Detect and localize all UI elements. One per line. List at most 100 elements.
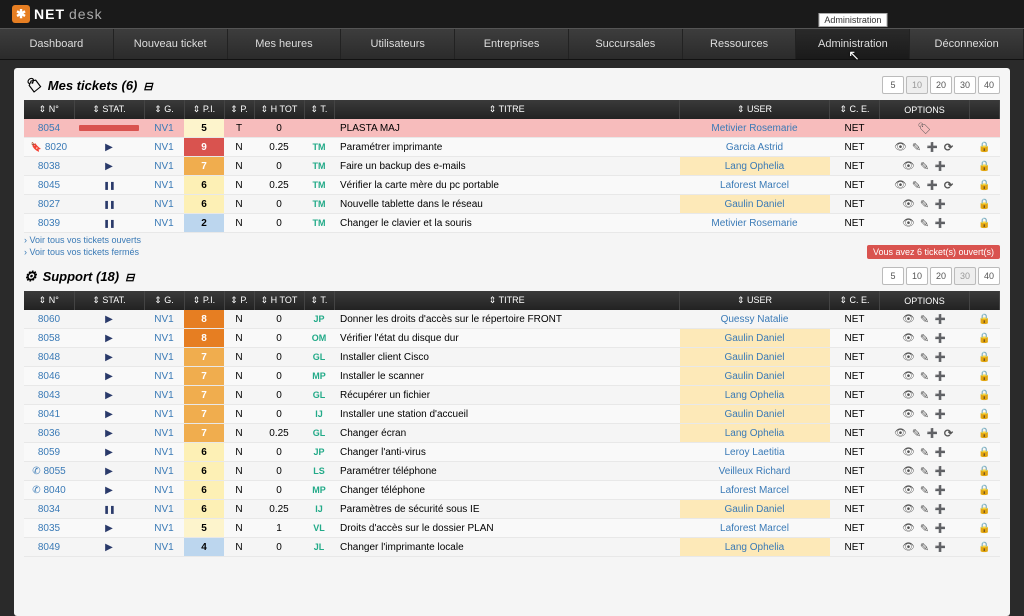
col-header[interactable]: ⇕ G. — [144, 100, 184, 119]
play-icon[interactable] — [105, 352, 113, 363]
lock-icon[interactable] — [978, 388, 992, 402]
plus-icon[interactable] — [926, 426, 940, 440]
plus-icon[interactable] — [934, 407, 948, 421]
eye-icon[interactable] — [902, 350, 916, 364]
user-link[interactable]: Gaulin Daniel — [680, 405, 830, 424]
pager-30[interactable]: 30 — [954, 76, 976, 94]
plus-icon[interactable] — [934, 331, 948, 345]
user-link[interactable]: Leroy Laetitia — [680, 443, 830, 462]
group-link[interactable]: NV1 — [154, 333, 173, 344]
refresh-icon[interactable] — [942, 426, 956, 440]
type-link[interactable]: VL — [313, 523, 325, 533]
pause-icon[interactable] — [103, 504, 114, 515]
eye-icon[interactable] — [902, 407, 916, 421]
collapse-icon[interactable] — [125, 269, 134, 284]
eye-icon[interactable] — [902, 331, 916, 345]
col-header[interactable]: ⇕ USER — [680, 100, 830, 119]
user-link[interactable]: Lang Ophelia — [680, 157, 830, 176]
group-link[interactable]: NV1 — [154, 161, 173, 172]
eye-icon[interactable] — [902, 159, 916, 173]
edit-icon[interactable] — [918, 521, 932, 535]
plus-icon[interactable] — [934, 216, 948, 230]
ticket-number[interactable]: 8049 — [38, 542, 60, 553]
edit-icon[interactable] — [918, 540, 932, 554]
edit-icon[interactable] — [910, 178, 924, 192]
edit-icon[interactable] — [918, 388, 932, 402]
col-header[interactable]: ⇕ USER — [680, 291, 830, 310]
lock-icon[interactable] — [978, 159, 992, 173]
lock-icon[interactable] — [978, 483, 992, 497]
play-icon[interactable] — [105, 523, 113, 534]
play-icon[interactable] — [105, 466, 113, 477]
play-icon[interactable] — [105, 333, 113, 344]
refresh-icon[interactable] — [942, 178, 956, 192]
group-link[interactable]: NV1 — [154, 542, 173, 553]
eye-icon[interactable] — [902, 445, 916, 459]
type-link[interactable]: OM — [312, 333, 327, 343]
user-link[interactable]: Garcia Astrid — [680, 138, 830, 157]
plus-icon[interactable] — [926, 140, 940, 154]
eye-icon[interactable] — [902, 521, 916, 535]
user-link[interactable]: Quessy Natalie — [680, 310, 830, 329]
lock-icon[interactable] — [978, 407, 992, 421]
play-icon[interactable] — [105, 409, 113, 420]
eye-icon[interactable] — [902, 369, 916, 383]
eye-icon[interactable] — [894, 140, 908, 154]
ticket-number[interactable]: 8036 — [38, 428, 60, 439]
col-header[interactable]: ⇕ H TOT — [254, 291, 304, 310]
group-link[interactable]: NV1 — [154, 504, 173, 515]
lock-icon[interactable] — [978, 464, 992, 478]
col-header[interactable]: ⇕ C. E. — [830, 291, 880, 310]
col-header[interactable]: ⇕ P. — [224, 100, 254, 119]
plus-icon[interactable] — [926, 178, 940, 192]
eye-icon[interactable] — [902, 464, 916, 478]
ticket-number[interactable]: 8058 — [38, 333, 60, 344]
col-header[interactable]: ⇕ N° — [24, 291, 74, 310]
pager-5[interactable]: 5 — [882, 267, 904, 285]
col-header[interactable]: ⇕ N° — [24, 100, 74, 119]
group-link[interactable]: NV1 — [154, 371, 173, 382]
eye-icon[interactable] — [894, 426, 908, 440]
ticket-number[interactable]: 8035 — [38, 523, 60, 534]
edit-icon[interactable] — [918, 464, 932, 478]
edit-icon[interactable] — [910, 426, 924, 440]
col-header[interactable]: ⇕ TITRE — [334, 291, 680, 310]
lock-icon[interactable] — [978, 140, 992, 154]
lock-icon[interactable] — [978, 350, 992, 364]
col-header[interactable]: ⇕ C. E. — [830, 100, 880, 119]
type-link[interactable]: TM — [313, 161, 326, 171]
pager-40[interactable]: 40 — [978, 76, 1000, 94]
eye-icon[interactable] — [894, 178, 908, 192]
group-link[interactable]: NV1 — [154, 180, 173, 191]
ticket-number[interactable]: 8045 — [38, 180, 60, 191]
col-header[interactable] — [970, 291, 1000, 310]
type-link[interactable]: JP — [313, 314, 324, 324]
play-icon[interactable] — [105, 428, 113, 439]
ticket-number[interactable]: 8048 — [38, 352, 60, 363]
eye-icon[interactable] — [902, 502, 916, 516]
plus-icon[interactable] — [934, 197, 948, 211]
play-icon[interactable] — [105, 542, 113, 553]
plus-icon[interactable] — [934, 312, 948, 326]
col-header[interactable]: OPTIONS — [880, 100, 970, 119]
edit-icon[interactable] — [918, 502, 932, 516]
ticket-number[interactable]: 8041 — [38, 409, 60, 420]
ticket-number[interactable]: 8040 — [43, 485, 65, 496]
eye-icon[interactable] — [902, 197, 916, 211]
group-link[interactable]: NV1 — [154, 123, 173, 134]
ticket-number[interactable]: 8043 — [38, 390, 60, 401]
group-link[interactable]: NV1 — [154, 390, 173, 401]
ticket-number[interactable]: 8059 — [38, 447, 60, 458]
lock-icon[interactable] — [978, 369, 992, 383]
eye-icon[interactable] — [902, 312, 916, 326]
lock-icon[interactable] — [978, 178, 992, 192]
col-header[interactable]: ⇕ T. — [304, 291, 334, 310]
col-header[interactable]: OPTIONS — [880, 291, 970, 310]
ticket-number[interactable]: 8020 — [45, 142, 67, 153]
user-link[interactable]: Gaulin Daniel — [680, 195, 830, 214]
nav-utilisateurs[interactable]: Utilisateurs — [341, 29, 455, 59]
edit-icon[interactable] — [918, 197, 932, 211]
group-link[interactable]: NV1 — [154, 199, 173, 210]
lock-icon[interactable] — [978, 502, 992, 516]
edit-icon[interactable] — [918, 369, 932, 383]
